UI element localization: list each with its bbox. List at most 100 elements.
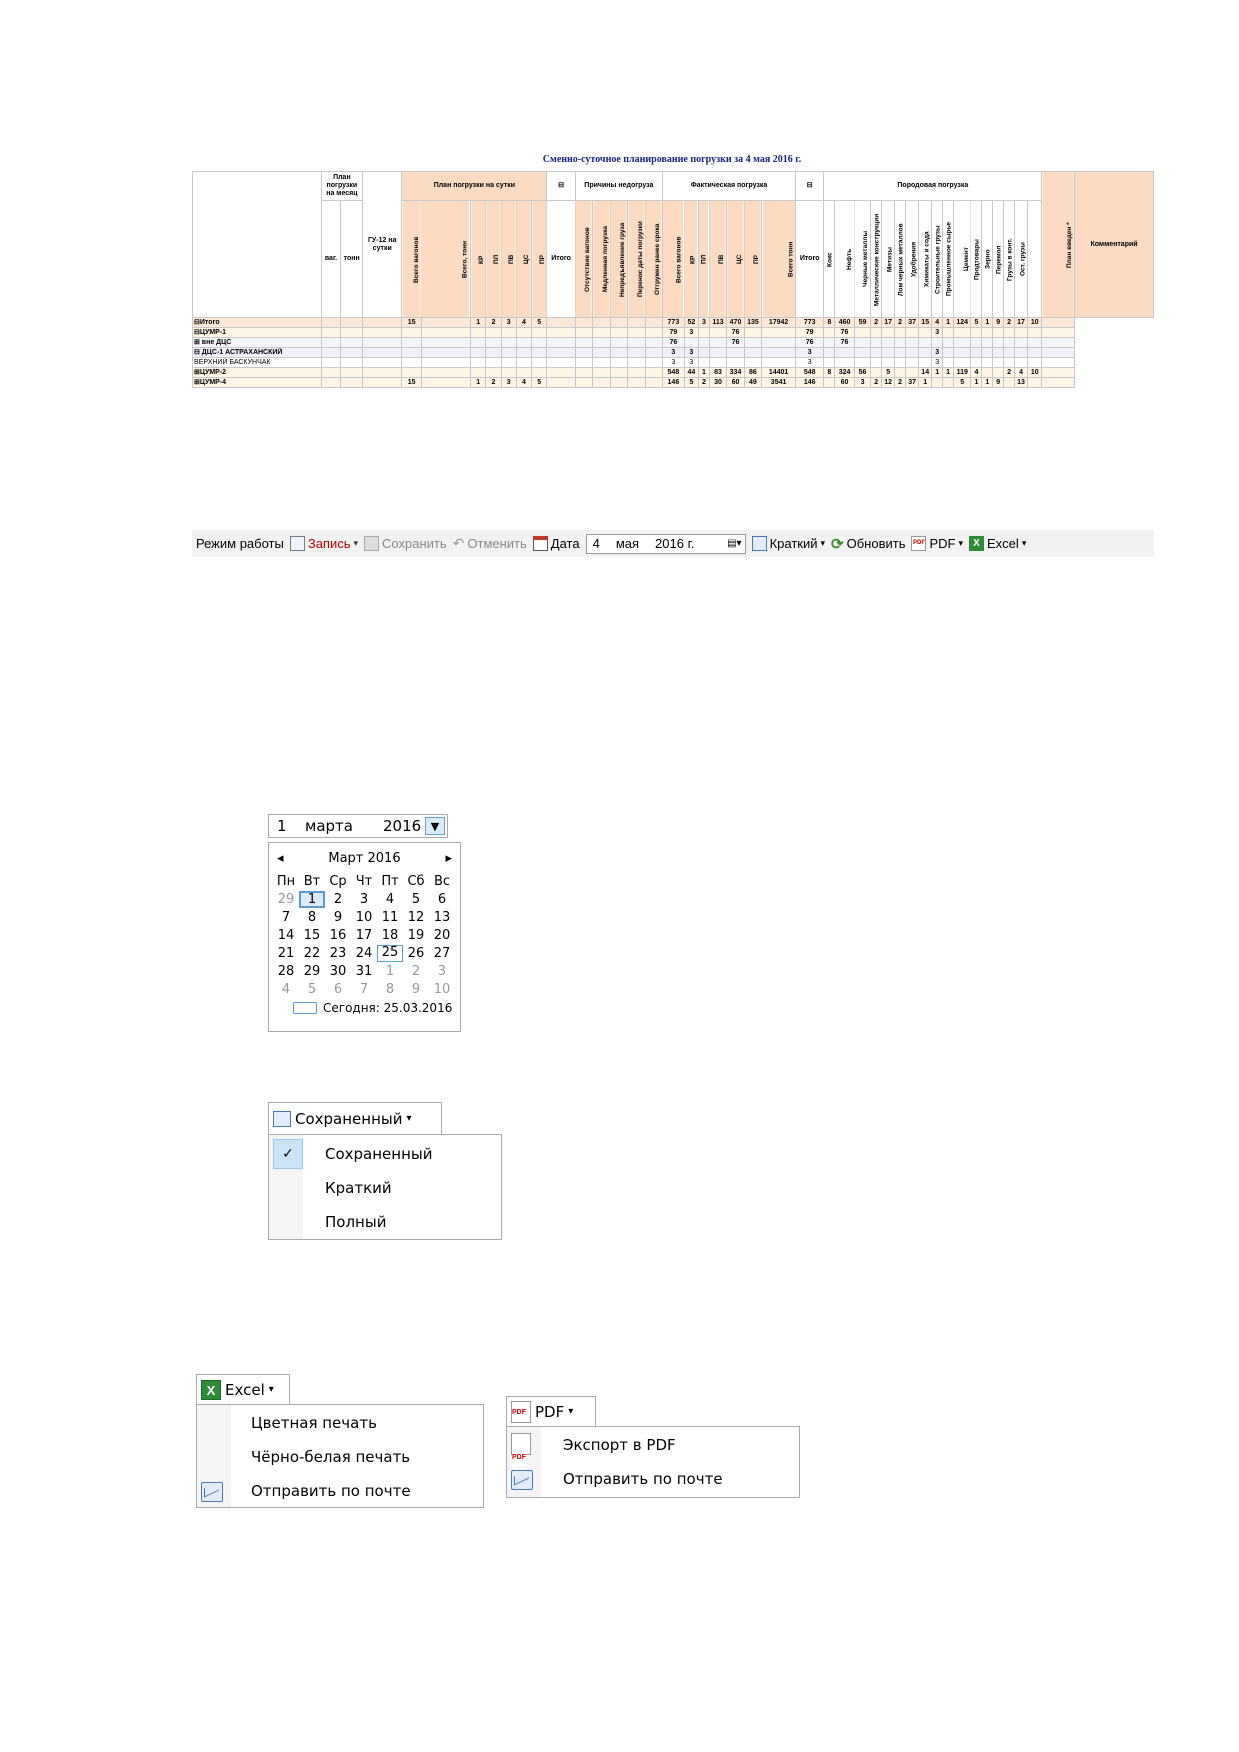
table-cell: 79 <box>795 327 825 338</box>
calendar-date-input[interactable]: 1 марта 2016 г. ▼ <box>268 814 448 838</box>
table-row[interactable]: ⊞ЦУМР-4 15 1 2 3 4 5 146 5 2 30 60 49 3541 146 60 3 2 12 2 3… <box>192 377 1154 388</box>
pdf-item-send-mail[interactable]: Отправить по почте <box>507 1462 799 1496</box>
calendar-day[interactable]: 18 <box>377 927 403 944</box>
table-cell <box>683 337 699 348</box>
calendar-day[interactable]: 6 <box>429 891 455 908</box>
table-cell <box>992 337 1005 348</box>
calendar-day[interactable]: 23 <box>325 945 351 962</box>
table-cell: ⊞ вне ДЦС <box>192 337 322 348</box>
calendar-day[interactable]: 29 <box>273 891 299 908</box>
table-cell <box>500 357 517 368</box>
calendar-day[interactable]: 13 <box>429 909 455 926</box>
excel-item-bw-print[interactable]: Чёрно-белая печать <box>197 1440 483 1474</box>
calendar-day[interactable]: 6 <box>325 981 351 998</box>
calendar-day[interactable]: 31 <box>351 963 377 980</box>
calendar-day[interactable]: 19 <box>403 927 429 944</box>
next-month-icon[interactable]: ▸ <box>445 851 452 867</box>
table-cell <box>340 357 364 368</box>
calendar-day[interactable]: 11 <box>377 909 403 926</box>
table-cell: 3 <box>697 317 710 328</box>
view-mode-dropdown-button[interactable]: Сохраненный ▾ <box>268 1102 442 1134</box>
table-row[interactable]: ⊞ вне ДЦС 76 76 76 76 <box>192 337 1154 348</box>
calendar-day[interactable]: 12 <box>403 909 429 926</box>
date-input[interactable]: 4 мая 2016 г. ▤▾ <box>585 533 746 554</box>
header-actual-col: ПВ <box>709 200 727 318</box>
calendar-day[interactable]: 9 <box>325 909 351 926</box>
table-cell <box>627 357 646 368</box>
calendar-day[interactable]: 21 <box>273 945 299 962</box>
calendar-day[interactable]: 9 <box>403 981 429 998</box>
header-reasons-collapse[interactable]: ⊟ <box>546 171 576 201</box>
table-cell <box>823 377 836 388</box>
calendar-day[interactable]: 3 <box>351 891 377 908</box>
prev-month-icon[interactable]: ◂ <box>277 851 284 867</box>
cancel-button[interactable]: ↶ Отменить <box>453 535 527 552</box>
calendar-day[interactable]: 29 <box>299 963 325 980</box>
calendar-day[interactable]: 5 <box>403 891 429 908</box>
calendar-day[interactable]: 24 <box>351 945 377 962</box>
table-cell <box>1014 347 1029 358</box>
calendar-day[interactable]: 26 <box>403 945 429 962</box>
calendar-day[interactable]: 27 <box>429 945 455 962</box>
calendar-day[interactable]: 8 <box>377 981 403 998</box>
calendar-day[interactable]: 3 <box>429 963 455 980</box>
calendar-day[interactable]: 7 <box>351 981 377 998</box>
view-mode-button[interactable]: Краткий ▾ <box>751 536 825 551</box>
record-button[interactable]: Запись ▾ <box>289 536 358 551</box>
excel-item-label: Чёрно-белая печать <box>251 1448 411 1466</box>
calendar-day[interactable]: 2 <box>403 963 429 980</box>
calendar-day[interactable]: 1 <box>299 891 325 908</box>
view-menu-item-full[interactable]: Полный <box>269 1205 501 1239</box>
calendar-day[interactable]: 15 <box>299 927 325 944</box>
calendar-day[interactable]: 30 <box>325 963 351 980</box>
table-row[interactable]: ⊟Итого 15 1 2 3 4 5 773 52 3 113 470 135 17942 773 8 460… <box>192 317 1154 328</box>
pdf-dropdown-button[interactable]: PDF PDF ▾ <box>506 1396 596 1426</box>
table-cell <box>761 357 797 368</box>
calendar-day[interactable]: 2 <box>325 891 351 908</box>
calendar-month-title[interactable]: Март 2016 <box>328 851 400 867</box>
calendar-day[interactable]: 20 <box>429 927 455 944</box>
header-reasons: Причины недогруза <box>574 171 663 201</box>
excel-button[interactable]: X Excel ▾ <box>969 536 1026 551</box>
view-menu-item-short[interactable]: Краткий <box>269 1171 501 1205</box>
header-cargo-collapse[interactable]: ⊟ <box>795 171 825 201</box>
table-row[interactable]: ⊞ЦУМР-2 548 44 1 83 334 86 14401 548 8 324 56 5 14 1 1 1… <box>192 367 1154 378</box>
table-cell: 548 <box>661 367 685 378</box>
calendar-day[interactable]: 10 <box>351 909 377 926</box>
calendar-day[interactable]: 1 <box>377 963 403 980</box>
calendar-day[interactable]: 22 <box>299 945 325 962</box>
calendar-day[interactable]: 16 <box>325 927 351 944</box>
header-actual-col: КР <box>684 200 699 318</box>
view-menu-item-saved[interactable]: ✓ Сохраненный <box>269 1137 501 1171</box>
table-cell: 1 <box>697 367 710 378</box>
table-cell <box>546 327 576 338</box>
calendar-day[interactable]: 4 <box>273 981 299 998</box>
table-cell <box>1003 337 1016 348</box>
calendar-day[interactable]: 8 <box>299 909 325 926</box>
calendar-today-button[interactable]: Сегодня: 25.03.2016 <box>293 1001 460 1015</box>
table-cell <box>574 327 594 338</box>
calendar-day[interactable]: 14 <box>273 927 299 944</box>
calendar-dropdown-icon[interactable]: ▤▾ <box>727 538 744 549</box>
table-cell <box>870 327 883 338</box>
excel-item-color-print[interactable]: Цветная печать <box>197 1406 483 1440</box>
table-cell <box>1041 317 1076 328</box>
table-row[interactable]: ⊟ ДЦС-1 АСТРАХАНСКИЙ 3 3 3 3 <box>192 347 1154 358</box>
calendar-day[interactable]: 7 <box>273 909 299 926</box>
table-row[interactable]: ВЕРХНИЙ БАСКУНЧАК 3 3 3 3 <box>192 357 1154 368</box>
calendar-day[interactable]: 17 <box>351 927 377 944</box>
pdf-button[interactable]: PDF PDF ▾ <box>911 536 963 551</box>
calendar-day[interactable]: 5 <box>299 981 325 998</box>
chevron-down-icon[interactable]: ▼ <box>425 817 445 835</box>
refresh-button[interactable]: ⟳ Обновить <box>831 535 905 553</box>
pdf-item-export[interactable]: PDF Экспорт в PDF <box>507 1428 799 1475</box>
calendar-day[interactable]: 10 <box>429 981 455 998</box>
table-row[interactable]: ⊟ЦУМР-1 79 3 76 79 76 3 <box>192 327 1154 338</box>
excel-dropdown-button[interactable]: X Excel ▾ <box>196 1374 290 1404</box>
save-button[interactable]: Сохранить <box>364 536 447 551</box>
table-cell: 56 <box>853 367 872 378</box>
calendar-day[interactable]: 4 <box>377 891 403 908</box>
calendar-day[interactable]: 25 <box>377 945 403 962</box>
calendar-day[interactable]: 28 <box>273 963 299 980</box>
excel-item-send-mail[interactable]: Отправить по почте <box>197 1474 483 1508</box>
